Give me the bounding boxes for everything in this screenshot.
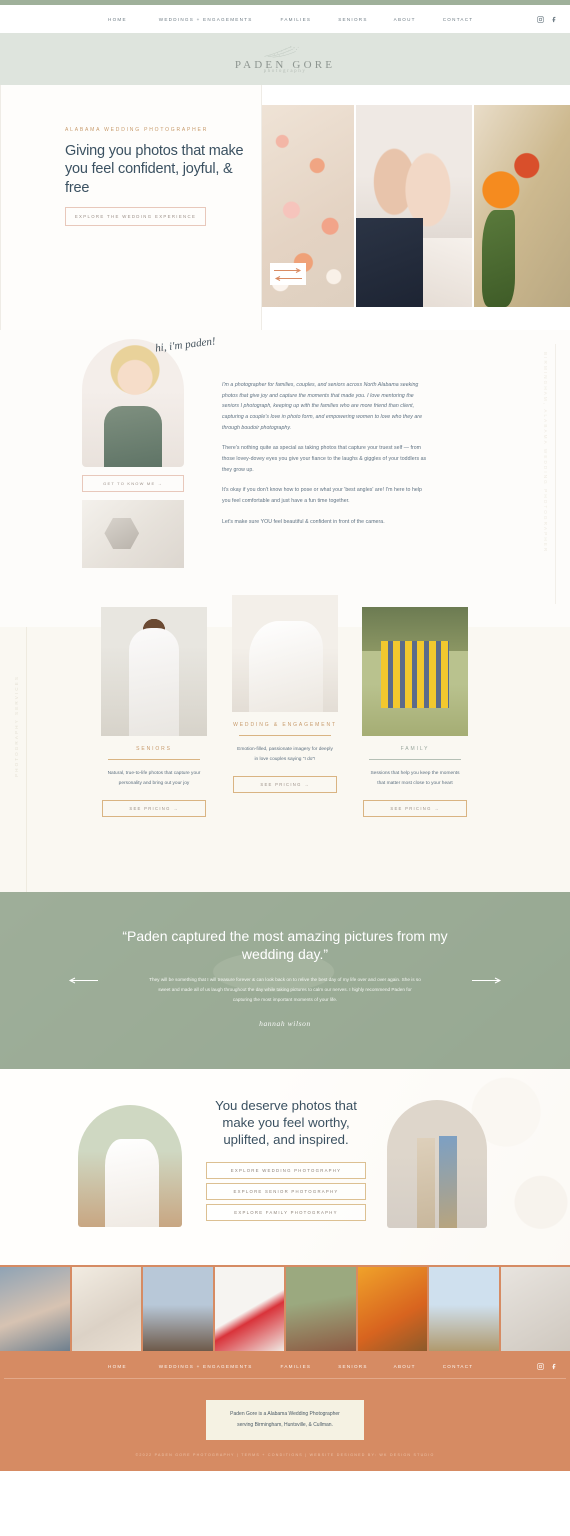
nav-item-weddings[interactable]: WEDDINGS + ENGAGEMENTS <box>159 17 253 22</box>
gallery-item[interactable] <box>357 1267 427 1351</box>
see-pricing-button-seniors[interactable]: SEE PRICING → <box>102 799 206 817</box>
service-image-family <box>362 607 468 736</box>
about-paragraph-4: Let's make sure YOU feel beautiful & con… <box>222 518 385 525</box>
service-title-family: FAMILY <box>400 746 430 752</box>
services-vertical-rule <box>26 627 27 892</box>
footer-nav-item-contact[interactable]: CONTACT <box>443 1364 474 1369</box>
about-paragraph-1: I'm a photographer for families, couples… <box>222 382 423 431</box>
nav-item-contact[interactable]: CONTACT <box>443 17 474 22</box>
gallery-strip <box>0 1265 570 1351</box>
service-card-weddings[interactable]: WEDDING & ENGAGEMENT Emotion-filled, pas… <box>232 595 338 793</box>
gallery-item[interactable] <box>500 1267 570 1351</box>
service-divider-weddings <box>239 734 331 736</box>
deserve-section: You deserve photos that make you feel wo… <box>0 1069 570 1265</box>
service-card-seniors[interactable]: SENIORS Natural, true-to-life photos tha… <box>101 607 207 817</box>
deserve-title: You deserve photos that make you feel wo… <box>215 1098 357 1147</box>
about-portrait-image <box>82 339 184 467</box>
footer-nav-item-home[interactable]: HOME <box>108 1364 127 1369</box>
instagram-icon[interactable] <box>537 15 544 23</box>
nav-item-families[interactable]: FAMILIES <box>281 17 312 22</box>
hero-slider-nav <box>270 263 306 285</box>
hero-slide-3 <box>474 105 570 307</box>
get-to-know-me-button[interactable]: GET TO KNOW ME → <box>82 475 184 492</box>
testimonial-body: They will be something that I will treas… <box>149 976 421 1003</box>
hero-slide-2 <box>355 105 473 307</box>
see-pricing-button-family[interactable]: SEE PRICING → <box>363 799 467 817</box>
gallery-item[interactable] <box>71 1267 141 1351</box>
facebook-icon[interactable] <box>551 16 558 23</box>
footer-social-links <box>537 1362 558 1370</box>
service-divider-family <box>369 758 461 760</box>
deserve-button-group: EXPLORE WEDDING PHOTOGRAPHY EXPLORE SENI… <box>206 1162 366 1225</box>
gallery-item[interactable] <box>429 1267 499 1351</box>
about-section: hi, i'm paden! GET TO KNOW ME → I'm a ph… <box>0 330 570 627</box>
see-pricing-button-weddings[interactable]: SEE PRICING → <box>233 775 337 793</box>
explore-wedding-photography-button[interactable]: EXPLORE WEDDING PHOTOGRAPHY <box>206 1162 366 1179</box>
previous-slide-arrow-icon[interactable] <box>274 275 302 281</box>
service-desc-seniors: Natural, true-to-life photos that captur… <box>107 770 201 787</box>
testimonial-quote: “Paden captured the most amazing picture… <box>122 928 448 963</box>
about-vertical-label: BIRMINGHAM, ALABAMA WEDDING PHOTOGRAPHER <box>543 352 548 554</box>
next-slide-arrow-icon[interactable] <box>274 267 302 273</box>
gallery-item[interactable] <box>286 1267 356 1351</box>
gallery-item[interactable] <box>214 1267 284 1351</box>
footer-navbar: HOME WEDDINGS + ENGAGEMENTS FAMILIES SEN… <box>0 1357 570 1375</box>
facebook-icon[interactable] <box>551 1363 558 1370</box>
gallery-item[interactable] <box>143 1267 213 1351</box>
nav-item-seniors[interactable]: SENIORS <box>338 17 367 22</box>
explore-senior-photography-button[interactable]: EXPLORE SENIOR PHOTOGRAPHY <box>206 1183 366 1200</box>
hero-eyebrow: ALABAMA WEDDING PHOTOGRAPHER <box>65 127 209 133</box>
about-paragraph-3: It's okay if you don't know how to pose … <box>222 487 422 504</box>
page-root: HOME WEDDINGS + ENGAGEMENTS FAMILIES SEN… <box>0 0 570 1471</box>
logo-band: PADEN GORE photography <box>0 33 570 85</box>
nav-links: HOME WEDDINGS + ENGAGEMENTS FAMILIES SEN… <box>108 17 473 22</box>
service-desc-weddings: Emotion-filled, passionate imagery for d… <box>237 746 333 763</box>
nav-social-links <box>537 15 558 23</box>
site-footer: HOME WEDDINGS + ENGAGEMENTS FAMILIES SEN… <box>0 1351 570 1471</box>
about-vertical-rule <box>555 344 556 604</box>
previous-testimonial-arrow-icon[interactable] <box>68 977 98 984</box>
service-divider-seniors <box>108 758 200 760</box>
explore-family-photography-button[interactable]: EXPLORE FAMILY PHOTOGRAPHY <box>206 1204 366 1221</box>
primary-navbar: HOME WEDDINGS + ENGAGEMENTS FAMILIES SEN… <box>0 5 570 33</box>
about-ring-image <box>82 500 184 568</box>
testimonial-signature: hannah wilson <box>259 1018 311 1028</box>
hero-section: ALABAMA WEDDING PHOTOGRAPHER Giving you … <box>0 85 570 330</box>
brand-tagline: photography <box>263 69 307 74</box>
hero-cta-button[interactable]: EXPLORE THE WEDDING EXPERIENCE <box>65 207 206 226</box>
service-title-weddings: WEDDING & ENGAGEMENT <box>233 722 337 728</box>
about-paragraph-2: There's nothing quite as special as taki… <box>222 445 427 473</box>
services-vertical-label: PHOTOGRAPHY SERVICES <box>14 675 19 777</box>
footer-divider <box>4 1378 566 1379</box>
footer-nav-item-about[interactable]: ABOUT <box>394 1364 416 1369</box>
about-copy: I'm a photographer for families, couples… <box>222 380 427 537</box>
gallery-item[interactable] <box>0 1267 70 1351</box>
service-card-family[interactable]: FAMILY Sessions that help you keep the m… <box>362 607 468 817</box>
deserve-right-image <box>387 1100 487 1228</box>
next-testimonial-arrow-icon[interactable] <box>472 977 502 984</box>
services-section: PHOTOGRAPHY SERVICES SENIORS Natural, tr… <box>0 595 570 892</box>
testimonial-section: “Paden captured the most amazing picture… <box>0 892 570 1069</box>
hero-slider <box>262 105 570 307</box>
service-desc-family: Sessions that help you keep the moments … <box>370 770 460 787</box>
footer-nav-links: HOME WEDDINGS + ENGAGEMENTS FAMILIES SEN… <box>108 1364 473 1369</box>
footer-info-line-1: Paden Gore is a Alabama Wedding Photogra… <box>230 1411 340 1417</box>
service-title-seniors: SENIORS <box>136 746 172 752</box>
footer-info-box: Paden Gore is a Alabama Wedding Photogra… <box>206 1400 364 1440</box>
nav-item-about[interactable]: ABOUT <box>394 17 416 22</box>
footer-nav-item-seniors[interactable]: SENIORS <box>338 1364 367 1369</box>
footer-info-line-2: serving Birmingham, Huntsville, & Cullma… <box>237 1422 333 1428</box>
instagram-icon[interactable] <box>537 1362 544 1370</box>
nav-item-home[interactable]: HOME <box>108 17 127 22</box>
deserve-left-image <box>78 1105 182 1227</box>
service-image-seniors <box>101 607 207 736</box>
footer-nav-item-weddings[interactable]: WEDDINGS + ENGAGEMENTS <box>159 1364 253 1369</box>
footer-copyright: ©2022 PADEN GORE PHOTOGRAPHY | TERMS + C… <box>135 1453 435 1457</box>
wreath-icon <box>264 46 299 58</box>
hero-title: Giving you photos that make you feel con… <box>65 143 244 196</box>
footer-nav-item-families[interactable]: FAMILIES <box>281 1364 312 1369</box>
service-image-weddings <box>232 595 338 712</box>
